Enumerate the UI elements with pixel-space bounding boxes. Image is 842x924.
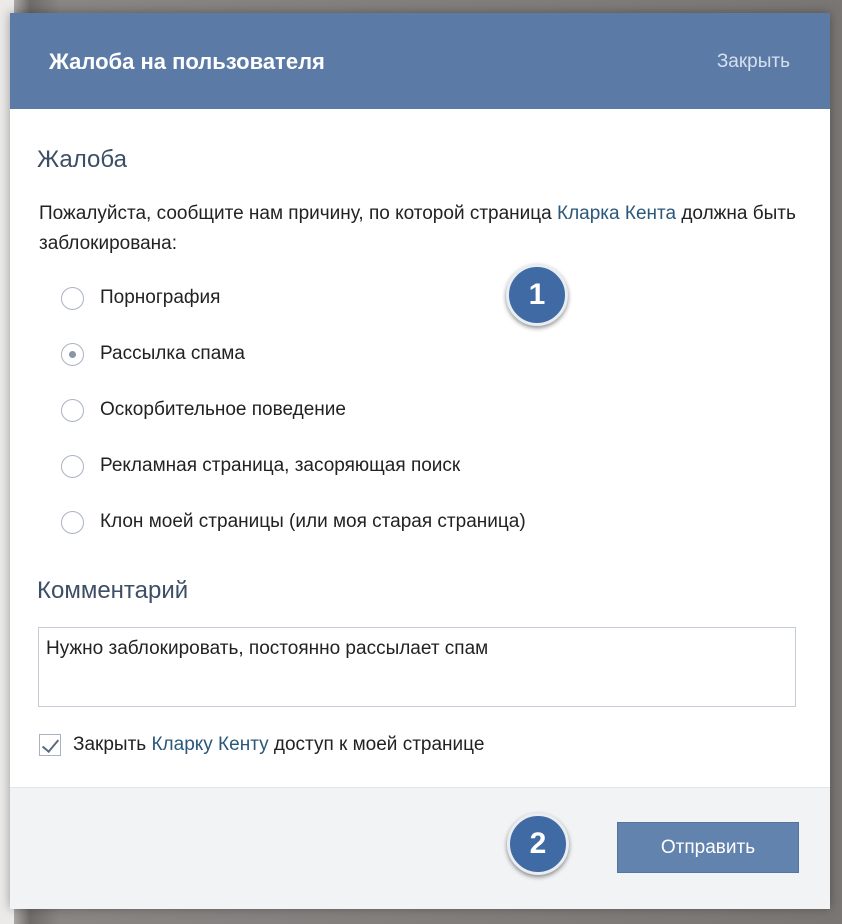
block-access-label: Закрыть Кларку Кенту доступ к моей стран…: [73, 734, 484, 756]
block-access-option[interactable]: Закрыть Кларку Кенту доступ к моей стран…: [39, 730, 484, 760]
reason-option-spam[interactable]: Рассылка спама: [61, 339, 245, 369]
complaint-section-title: Жалоба: [37, 146, 127, 173]
complaint-description: Пожалуйста, сообщите нам причину, по кот…: [39, 199, 799, 259]
reason-label: Оскорбительное поведение: [100, 399, 346, 420]
radio-button[interactable]: [61, 398, 84, 422]
reason-option-pornography[interactable]: Порнография: [61, 283, 220, 313]
comment-section-title: Комментарий: [37, 577, 189, 604]
radio-button[interactable]: [61, 286, 84, 310]
step-badge-1: 1: [506, 264, 568, 326]
user-profile-link[interactable]: Кларка Кента: [557, 203, 676, 224]
block-access-text: Закрыть: [73, 734, 152, 755]
reason-label: Рассылка спама: [100, 343, 245, 364]
reason-option-clone[interactable]: Клон моей страницы (или моя старая стран…: [61, 507, 526, 537]
report-user-dialog: Жалоба на пользователя Закрыть Жалоба По…: [10, 13, 830, 909]
reason-option-ad-page[interactable]: Рекламная страница, засоряющая поиск: [61, 451, 460, 481]
step-badge-2: 2: [507, 813, 569, 875]
radio-button[interactable]: [61, 510, 84, 534]
dialog-header: Жалоба на пользователя Закрыть: [10, 13, 830, 109]
radio-button-selected[interactable]: [61, 342, 84, 366]
reason-label: Клон моей страницы (или моя старая стран…: [100, 511, 526, 532]
user-link[interactable]: Кларку Кенту: [151, 734, 268, 755]
block-access-checkbox[interactable]: [39, 734, 61, 756]
radio-button[interactable]: [61, 454, 84, 478]
reason-option-abusive[interactable]: Оскорбительное поведение: [61, 395, 346, 425]
close-link[interactable]: Закрыть: [717, 51, 790, 73]
dialog-title: Жалоба на пользователя: [49, 49, 325, 74]
block-access-text-end: доступ к моей странице: [268, 734, 485, 755]
comment-textarea[interactable]: [38, 627, 796, 707]
reason-label: Рекламная страница, засоряющая поиск: [100, 455, 461, 476]
reason-label: Порнография: [100, 287, 221, 308]
description-text: Пожалуйста, сообщите нам причину, по кот…: [39, 203, 558, 224]
submit-button[interactable]: Отправить: [617, 822, 799, 873]
